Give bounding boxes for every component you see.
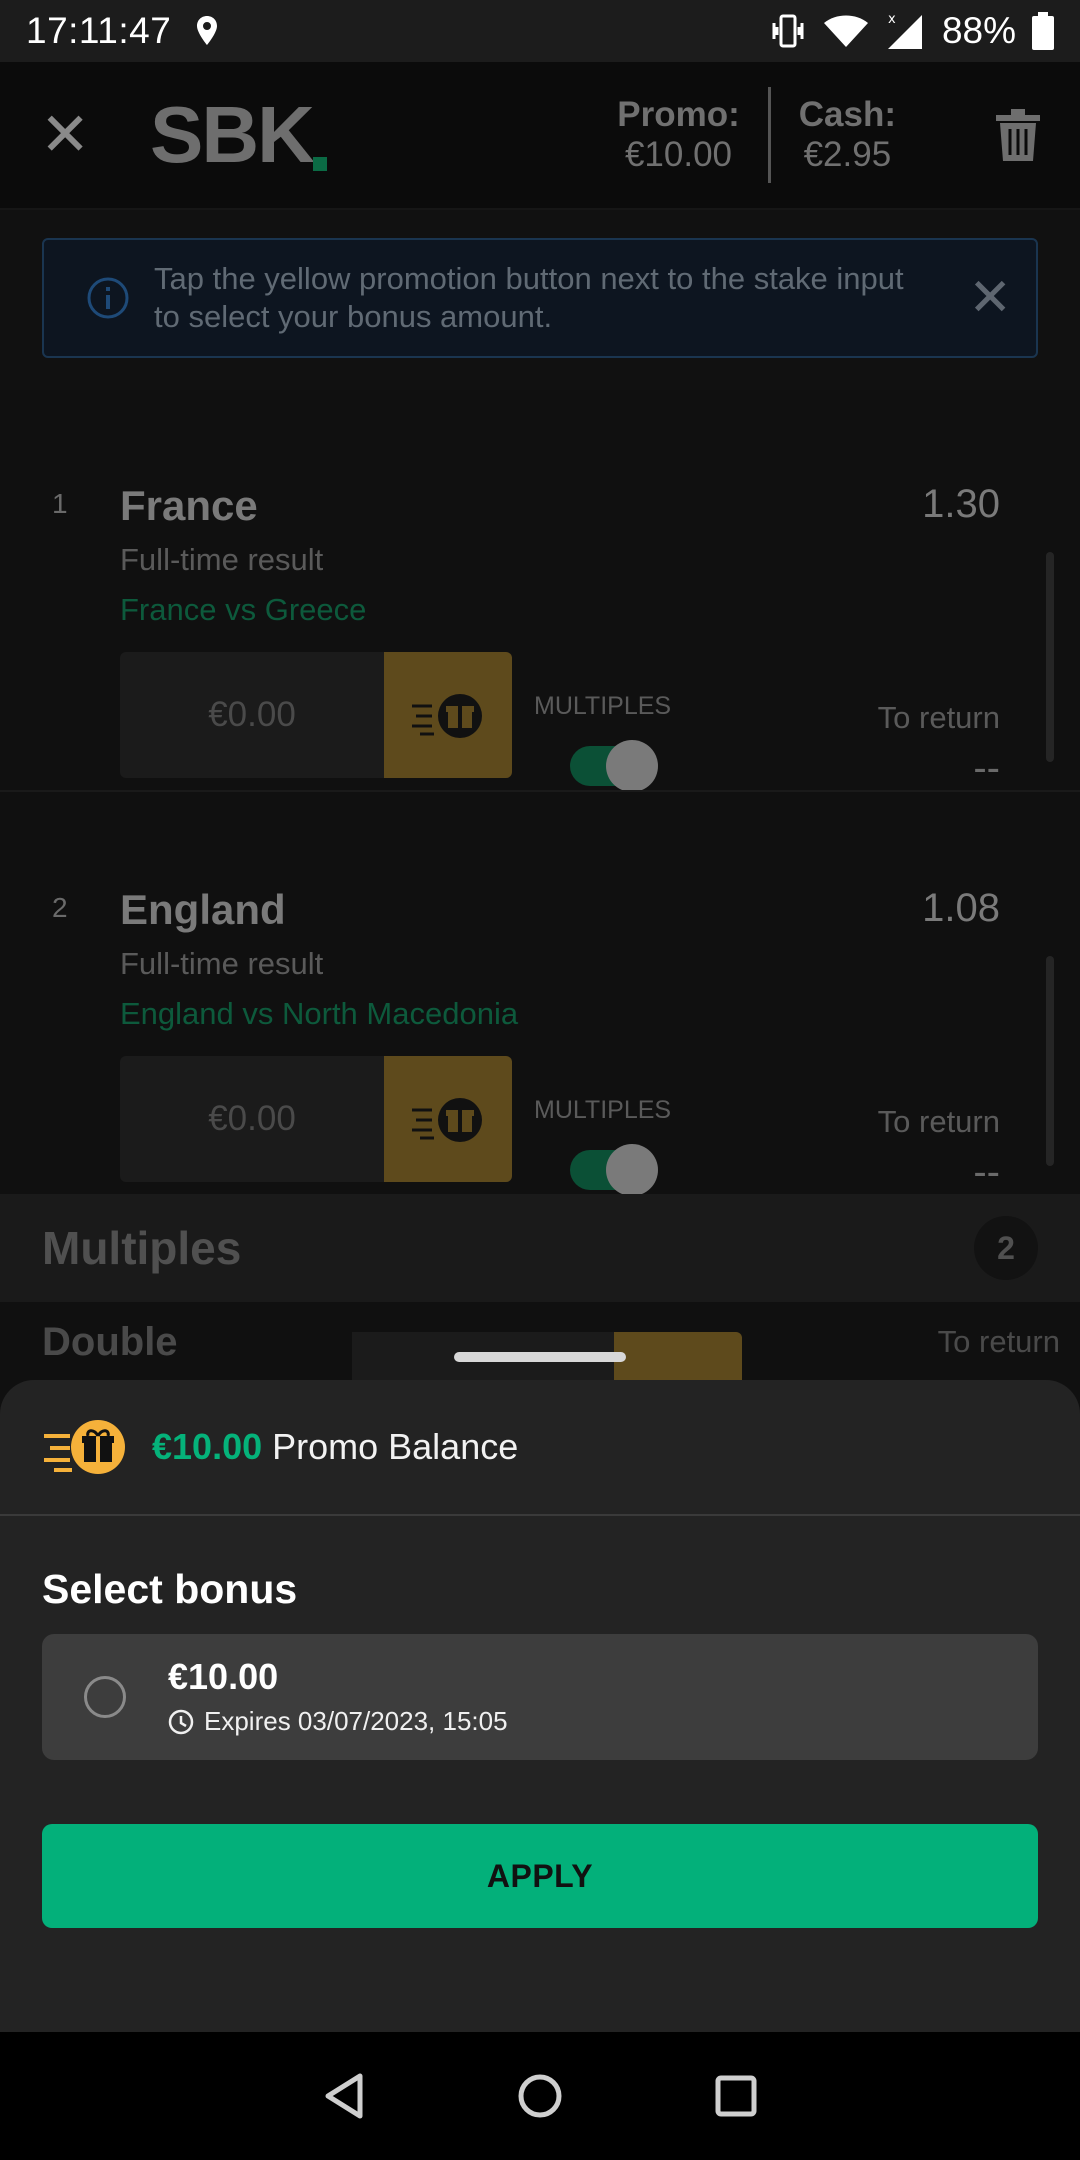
info-icon bbox=[87, 277, 129, 319]
selection-market: Full-time result bbox=[120, 542, 324, 577]
wifi-icon bbox=[823, 15, 868, 47]
gift-icon bbox=[412, 694, 482, 738]
promo-balance-amount: €10.00 bbox=[152, 1426, 263, 1467]
multiples-label: MULTIPLES bbox=[534, 1096, 672, 1124]
multiples-header: Multiples 2 bbox=[0, 1194, 1080, 1302]
promo-button[interactable] bbox=[384, 1056, 512, 1182]
scrollbar bbox=[1046, 552, 1054, 762]
vibrate-icon bbox=[772, 14, 804, 48]
trash-icon[interactable] bbox=[996, 109, 1040, 161]
selection-odds[interactable]: 1.30 bbox=[922, 482, 1000, 527]
balances: Promo: €10.00 Cash: €2.95 bbox=[617, 87, 896, 183]
location-icon bbox=[197, 16, 218, 45]
bonus-radio[interactable] bbox=[84, 1676, 126, 1718]
return-label: To return bbox=[877, 700, 1000, 735]
bonus-option[interactable]: €10.00 Expires 03/07/2023, 15:05 bbox=[42, 1634, 1038, 1760]
select-bonus-title: Select bonus bbox=[42, 1566, 298, 1612]
svg-text:x: x bbox=[888, 12, 896, 27]
battery-percent: 88% bbox=[941, 10, 1016, 51]
promo-balance: Promo: €10.00 bbox=[617, 95, 740, 174]
double-return-label: To return bbox=[937, 1324, 1060, 1359]
selection-number: 2 bbox=[52, 892, 68, 923]
close-icon[interactable]: ✕ bbox=[968, 268, 1012, 328]
navigation-bar bbox=[0, 2032, 1080, 2160]
status-bar: 17:11:47 x 88% bbox=[0, 0, 1080, 62]
selection-team: England bbox=[120, 886, 286, 933]
selection-row: 2 England 1.08 Full-time result England … bbox=[0, 792, 1080, 1196]
selection-number: 1 bbox=[52, 488, 68, 519]
gift-icon bbox=[44, 1420, 125, 1474]
multiples-title: Multiples bbox=[42, 1222, 242, 1274]
info-banner-text: Tap the yellow promotion button next to … bbox=[154, 261, 904, 334]
return-label: To return bbox=[877, 1104, 1000, 1139]
return-value: -- bbox=[973, 1150, 1000, 1194]
bonus-expiry: Expires 03/07/2023, 15:05 bbox=[168, 1706, 508, 1737]
clock-icon bbox=[168, 1709, 194, 1734]
sbk-logo: SBK bbox=[150, 89, 327, 181]
multiples-label: MULTIPLES bbox=[534, 692, 672, 720]
back-icon[interactable] bbox=[322, 2072, 366, 2120]
recents-icon[interactable] bbox=[714, 2074, 758, 2118]
promo-button[interactable] bbox=[384, 652, 512, 778]
stake-input[interactable]: €0.00 bbox=[120, 1056, 384, 1182]
apply-button[interactable]: APPLY bbox=[42, 1824, 1038, 1928]
sheet-drag-handle[interactable] bbox=[454, 1352, 626, 1362]
bonus-bottom-sheet: €10.00 Promo Balance Select bonus €10.00… bbox=[0, 1380, 1080, 2032]
bonus-amount: €10.00 bbox=[168, 1656, 279, 1697]
selection-market: Full-time result bbox=[120, 946, 324, 981]
signal-icon: x bbox=[887, 12, 922, 49]
balance-divider bbox=[767, 87, 771, 183]
betslip-header: ✕ SBK Promo: €10.00 Cash: €2.95 bbox=[0, 62, 1080, 210]
gift-icon bbox=[412, 1098, 482, 1142]
return-value: -- bbox=[973, 746, 1000, 790]
battery-icon bbox=[1032, 12, 1054, 50]
stake-input[interactable]: €0.00 bbox=[120, 652, 384, 778]
bonus-expiry-text: Expires 03/07/2023, 15:05 bbox=[204, 1706, 508, 1736]
multiples-toggle[interactable] bbox=[570, 740, 658, 792]
multiples-toggle[interactable] bbox=[570, 1144, 658, 1196]
selection-odds[interactable]: 1.08 bbox=[922, 886, 1000, 931]
scrollbar bbox=[1046, 956, 1054, 1166]
promo-balance-header: €10.00 Promo Balance bbox=[0, 1380, 1080, 1516]
promo-balance-label: Promo Balance bbox=[272, 1426, 519, 1467]
home-icon[interactable] bbox=[516, 2072, 564, 2120]
selection-event[interactable]: France vs Greece bbox=[120, 592, 366, 628]
double-label: Double bbox=[42, 1320, 178, 1364]
selection-row: 1 France 1.30 Full-time result France vs… bbox=[0, 390, 1080, 792]
selection-event[interactable]: England vs North Macedonia bbox=[120, 996, 518, 1032]
close-icon[interactable]: ✕ bbox=[40, 100, 110, 170]
selection-team: France bbox=[120, 482, 258, 529]
cash-balance: Cash: €2.95 bbox=[798, 95, 896, 174]
multiples-count: 2 bbox=[974, 1216, 1038, 1280]
status-time: 17:11:47 bbox=[26, 10, 172, 51]
info-banner: Tap the yellow promotion button next to … bbox=[42, 238, 1038, 358]
